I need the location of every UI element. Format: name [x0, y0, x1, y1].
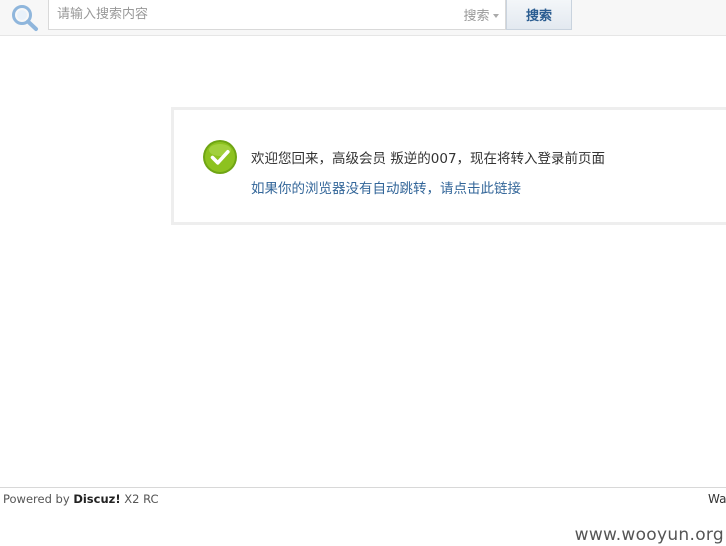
redirect-link[interactable]: 如果你的浏览器没有自动跳转，请点击此链接	[251, 177, 521, 197]
search-type-label: 搜索	[463, 9, 490, 24]
search-icon	[8, 2, 44, 32]
login-success-message-box: 欢迎您回来，高级会员 叛逆的007，现在将转入登录前页面 如果你的浏览器没有自动…	[171, 107, 726, 225]
version-label: X2 RC	[124, 492, 159, 506]
chevron-down-icon	[492, 13, 499, 18]
check-icon	[202, 139, 238, 175]
search-input[interactable]	[48, 0, 458, 30]
search-type-dropdown[interactable]: 搜索	[457, 0, 506, 30]
search-button[interactable]: 搜索	[506, 0, 572, 30]
powered-by-label: Powered by	[3, 492, 70, 506]
top-search-bar: 搜索 搜索	[0, 0, 726, 36]
footer-divider	[0, 487, 726, 488]
footer-right-text: Wa	[708, 492, 726, 506]
watermark: www.wooyun.org	[574, 525, 724, 545]
footer-powered-by: Powered by Discuz! X2 RC	[3, 492, 159, 506]
welcome-message: 欢迎您回来，高级会员 叛逆的007，现在将转入登录前页面	[251, 151, 606, 167]
discuz-link[interactable]: Discuz!	[73, 492, 120, 506]
